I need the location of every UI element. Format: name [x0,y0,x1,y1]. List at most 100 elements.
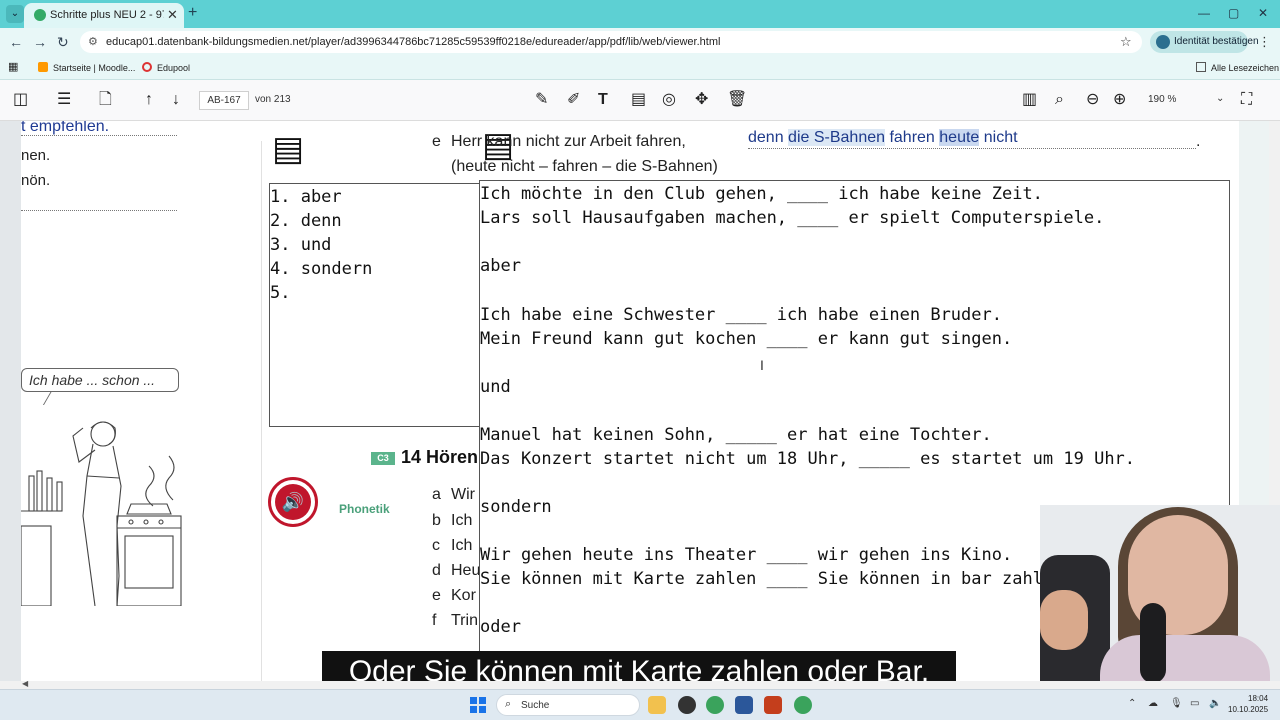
microphone [1140,603,1166,681]
item-letter: d [432,562,441,579]
zoom-out-icon[interactable]: ⊖ [1086,91,1099,109]
presenter-hand [1040,590,1088,650]
reload-icon[interactable]: ↻ [57,34,69,51]
tray-chevron-icon[interactable]: ⌃ [1128,698,1136,709]
sidebar-toggle-icon[interactable]: ◫ [13,91,28,109]
next-page-icon[interactable]: ↓ [172,91,180,109]
maximize-icon[interactable]: ▢ [1228,6,1239,20]
text-cursor-icon: I [760,357,764,373]
word-icon[interactable] [735,696,753,714]
browser-tab[interactable]: Schritte plus NEU 2 - 97831962 ✕ [24,3,184,28]
list-item: 2. denn [270,211,342,231]
pen-icon[interactable]: ✎ [535,91,548,109]
delete-icon[interactable]: 🗑 [727,91,747,109]
taskbar-search[interactable]: ⌕ Suche [496,694,640,716]
list-item: 1. aber [270,187,342,207]
edupool-icon [142,62,152,72]
document-icon[interactable]: 🗋 [99,91,112,109]
webcam-overlay [1040,505,1280,681]
item-text: Kor [451,587,476,604]
page-number-input[interactable]: AB-167 [199,91,249,110]
back-icon[interactable]: ← [9,34,23,50]
answer-part: fahren [885,129,940,146]
item-text: Ich [451,512,473,529]
window-close-icon[interactable]: ✕ [1258,6,1268,20]
hide-annotations-icon[interactable]: ◎ [662,91,676,109]
identity-icon [1156,35,1170,49]
exercise-hint: (heute nicht – fahren – die S-Bahnen) [451,158,718,175]
highlighter-icon[interactable]: ✐ [567,91,580,109]
bookmark-moodle[interactable]: Startseite | Moodle... [38,62,135,73]
conjunction-heading: aber [480,256,521,276]
fullscreen-icon[interactable]: ⛶ [1241,91,1252,109]
clock-time: 18:04 [1248,694,1269,703]
answer-part: nicht [979,129,1018,146]
zoom-select[interactable]: 190 % [1148,94,1176,105]
pdf-viewer-toolbar: ◫ ☰ 🗋 ↑ ↓ AB-167 von 213 ✎ ✐ T ▤ ◎ ✥ 🗑 ▥… [0,80,1280,121]
move-icon[interactable]: ✥ [695,91,708,109]
chevron-down-icon[interactable]: ⌄ [1216,93,1224,104]
comment-tool-icon[interactable]: ▤ [631,91,646,109]
new-tab-icon[interactable]: + [188,4,197,22]
search-icon: ⌕ [505,698,512,710]
tab-search-button[interactable]: ⌄ [6,5,24,23]
find-icon[interactable]: ⌕ [1055,91,1064,109]
site-favicon-icon [34,9,46,21]
presenter-body [1100,635,1270,681]
column-divider [261,141,262,681]
bookmark-edupool[interactable]: Edupool [142,62,190,73]
left-line: nön. [21,172,51,189]
answer-part: denn [748,129,789,146]
site-info-icon[interactable]: ⚙ [88,35,98,48]
windows-taskbar: ⌕ Suche ⌃ ☁ 🎙 ▭ 🔈 18:04 10.10.2025 [0,689,1280,720]
identity-button[interactable]: Identität bestätigen [1150,31,1259,53]
chrome-icon[interactable] [706,696,724,714]
comment-annotation-icon[interactable]: ▤ [272,129,304,169]
bookmark-edupool-label: Edupool [157,63,191,73]
item-text: Trin [451,612,478,629]
volume-icon[interactable]: 🔈 [1209,698,1221,709]
app-icon[interactable] [678,696,696,714]
item-text: Ich [451,537,473,554]
page-count: von 213 [255,94,291,105]
zoom-in-icon[interactable]: ⊕ [1113,91,1126,109]
apps-grid-icon[interactable]: ▦ [8,60,18,73]
sentence-period: . [1196,133,1201,150]
browser-tab-bar: ⌄ Schritte plus NEU 2 - 97831962 ✕ + — ▢… [0,0,1280,28]
list-item: 5. [270,283,291,303]
close-tab-icon[interactable]: ✕ [167,7,178,23]
conjunction-list-panel: 1. aber 2. denn 3. und 4. sondern 5. [269,183,480,427]
url-field[interactable]: ⚙ educap01.datenbank-bildungsmedien.net/… [80,31,1142,53]
display-icon[interactable]: ▭ [1190,698,1199,709]
forward-icon[interactable]: → [33,34,47,50]
reading-mode-icon[interactable]: ▥ [1022,91,1037,109]
outline-icon[interactable]: ☰ [57,91,71,109]
browser-menu-icon[interactable]: ⋮ [1258,34,1271,50]
scroll-left-icon[interactable]: ◀ [22,679,28,688]
tab-title: Schritte plus NEU 2 - 97831962 [50,9,164,21]
start-button[interactable] [470,697,486,713]
clock-date: 10.10.2025 [1228,705,1269,714]
text-tool-icon[interactable]: T [598,91,608,109]
section-badge: C3 [371,452,395,465]
file-explorer-icon[interactable] [648,696,666,714]
item-text: Heu [451,562,481,579]
minimize-icon[interactable]: — [1198,6,1210,20]
previous-page-icon[interactable]: ↑ [145,91,153,109]
windows-logo-tile [479,706,486,713]
bookmark-star-icon[interactable]: ☆ [1120,34,1132,50]
item-letter: e [432,587,441,604]
horizontal-scrollbar[interactable]: ◀ [0,679,1280,689]
all-bookmarks-label: Alle Lesezeichen [1211,63,1280,73]
chrome-active-icon[interactable] [794,696,812,714]
moodle-icon [38,62,48,72]
powerpoint-icon[interactable] [764,696,782,714]
cloud-icon[interactable]: ☁ [1148,698,1158,709]
audio-play-button[interactable]: 🔊 [268,477,318,527]
microphone-icon[interactable]: 🎙 [1170,698,1183,709]
address-bar: ← → ↻ ⚙ educap01.datenbank-bildungsmedie… [0,28,1280,56]
system-clock[interactable]: 18:04 10.10.2025 [1228,693,1268,715]
all-bookmarks[interactable]: Alle Lesezeichen [1196,62,1279,73]
example-sentence: Ich habe eine Schwester ____ ich habe ei… [480,305,1002,325]
example-sentence: Sie können mit Karte zahlen ____ Sie kön… [480,569,1074,589]
